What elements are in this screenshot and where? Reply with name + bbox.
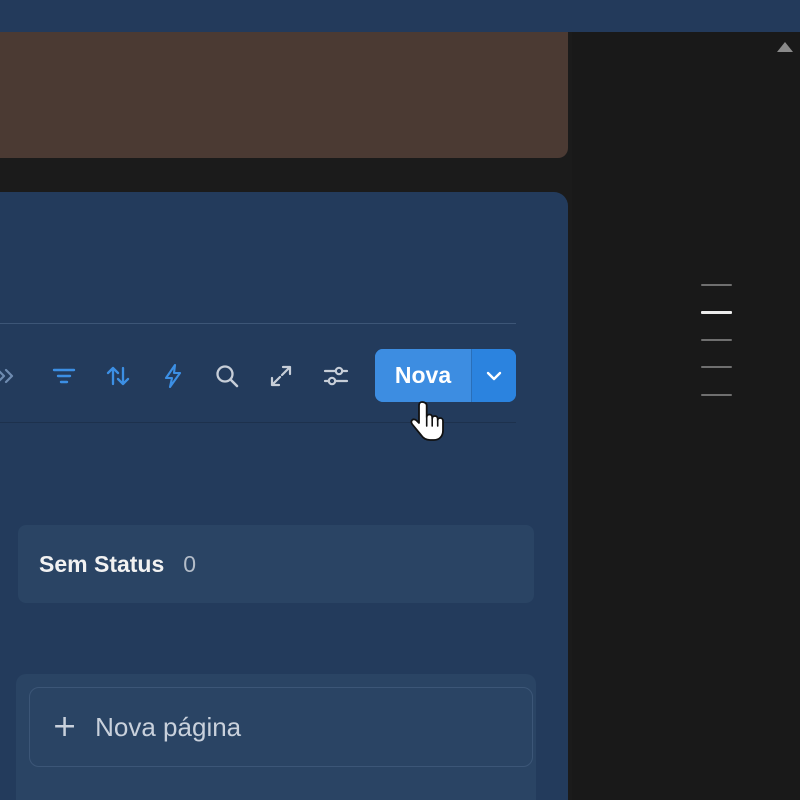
outline-item-1[interactable] (701, 284, 732, 286)
sort-icon[interactable] (104, 362, 132, 390)
group-count: 0 (183, 550, 197, 577)
scroll-up-arrow[interactable] (777, 42, 793, 52)
search-icon[interactable] (213, 362, 241, 390)
plus-icon: + (52, 709, 78, 744)
new-split-button: Nova (375, 349, 516, 402)
automation-bolt-icon[interactable] (159, 362, 187, 390)
filter-icon[interactable] (50, 362, 78, 390)
page-cover (0, 32, 568, 158)
top-header-strip (0, 0, 800, 32)
outline-item-2-active[interactable] (701, 311, 732, 314)
board-group-header[interactable]: Sem Status 0 (18, 525, 534, 603)
outline-item-5[interactable] (701, 394, 732, 396)
add-page-button[interactable]: + Nova página (29, 687, 533, 767)
outline-item-3[interactable] (701, 339, 732, 341)
expand-icon[interactable] (267, 362, 295, 390)
outline-item-4[interactable] (701, 366, 732, 368)
settings-sliders-icon[interactable] (322, 362, 350, 390)
toolbar-divider-top (0, 323, 516, 324)
collapse-chevrons-icon[interactable] (0, 362, 22, 390)
new-options-dropdown-button[interactable] (472, 349, 516, 402)
chevron-down-icon (486, 371, 502, 380)
group-title: Sem Status (39, 550, 165, 577)
right-sidebar (572, 32, 800, 800)
new-button[interactable]: Nova (375, 349, 471, 402)
hand-pointer-cursor-icon (410, 401, 444, 441)
app-window: Nova Sem Status 0 + Nova página (0, 0, 800, 800)
add-page-label: Nova página (95, 711, 242, 742)
